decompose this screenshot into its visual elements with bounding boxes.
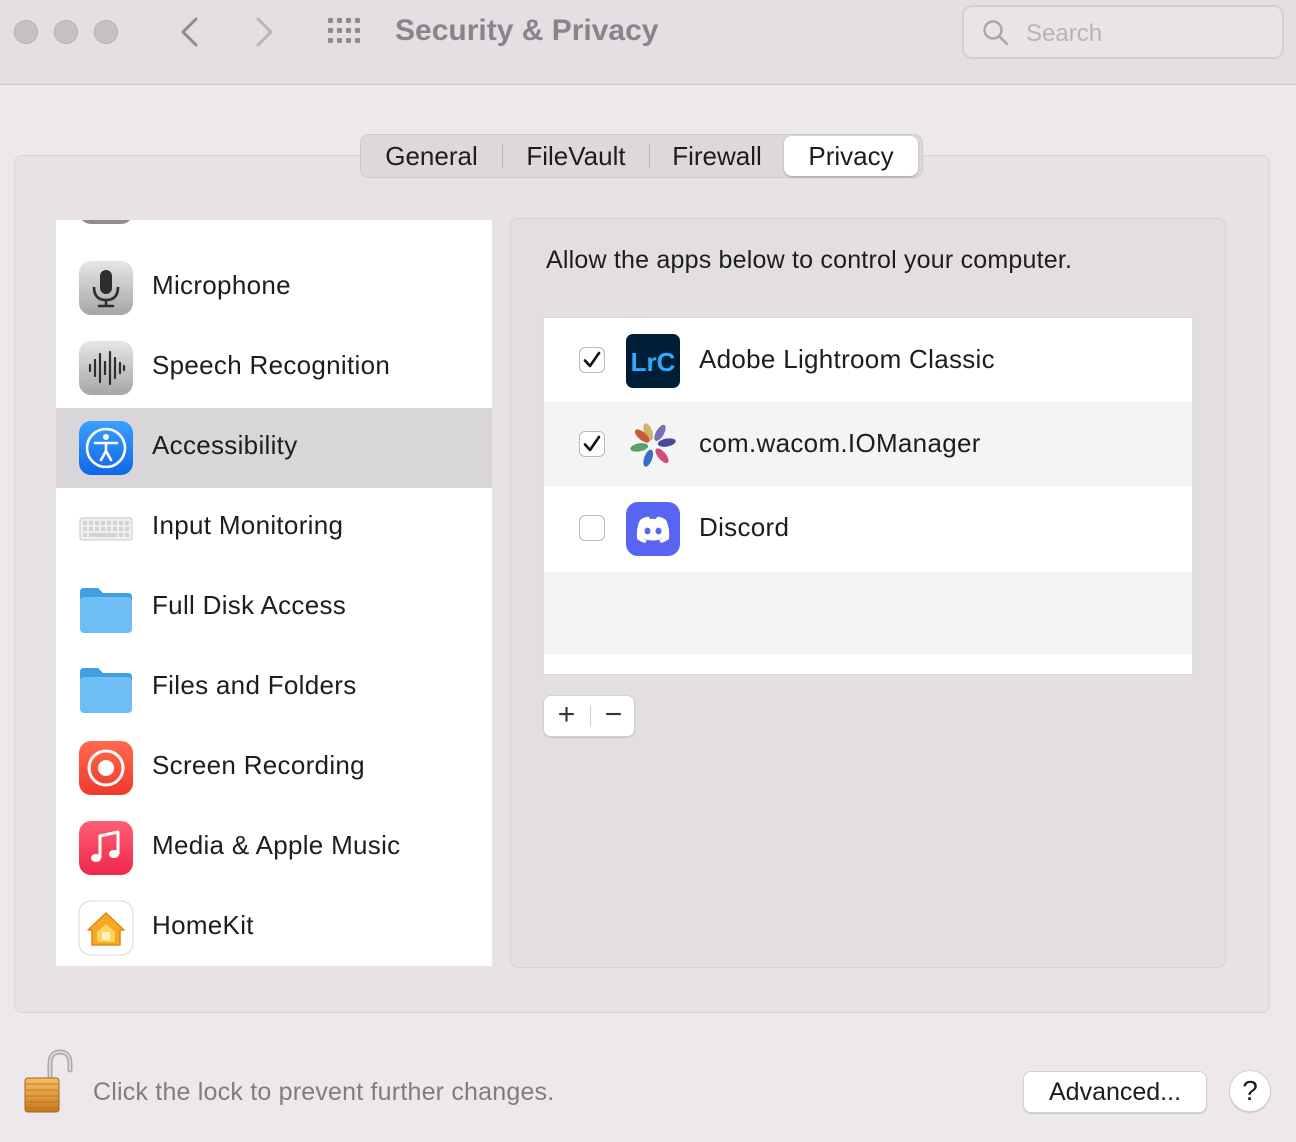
instruction-text: Allow the apps below to control your com…: [546, 246, 1073, 274]
music-icon: [79, 821, 133, 875]
lightroom-icon: LrC: [626, 334, 680, 388]
grid-icon: [328, 18, 360, 43]
sidebar-item-screen-recording[interactable]: Screen Recording: [56, 728, 492, 808]
tab-bar: General FileVault Firewall Privacy: [360, 134, 923, 178]
back-button[interactable]: [170, 14, 210, 50]
empty-row: [544, 572, 1192, 654]
search-field[interactable]: [962, 5, 1284, 59]
zoom-window-button[interactable]: [94, 20, 118, 44]
minimize-window-button[interactable]: [54, 20, 78, 44]
keyboard-icon: [79, 517, 133, 541]
add-remove-control: + −: [543, 695, 635, 737]
titlebar: Security & Privacy: [0, 0, 1296, 85]
sidebar-item-label: Files and Folders: [152, 670, 357, 700]
app-row-lightroom[interactable]: LrC Adobe Lightroom Classic: [544, 318, 1192, 402]
privacy-category-list[interactable]: Microphone Speech Recognition Accessibil…: [56, 220, 492, 966]
close-window-button[interactable]: [14, 20, 38, 44]
sidebar-item-label: Input Monitoring: [152, 510, 344, 540]
unlocked-padlock-icon[interactable]: [22, 1048, 74, 1116]
forward-button[interactable]: [244, 14, 284, 50]
folder-icon: [80, 588, 132, 633]
sidebar-item-label: Microphone: [152, 270, 291, 300]
show-all-button[interactable]: [326, 16, 366, 48]
discord-icon: [626, 502, 680, 556]
accessibility-icon: [79, 421, 133, 475]
checkmark-icon: [583, 435, 601, 452]
app-list[interactable]: LrC Adobe Lightroom Classic com.wacom.IO…: [543, 317, 1193, 675]
chevron-left-icon: [181, 17, 198, 47]
tab-firewall[interactable]: Firewall: [650, 136, 784, 176]
app-checkbox[interactable]: [579, 515, 605, 541]
search-icon: [983, 20, 1009, 46]
sidebar-item-input-monitoring[interactable]: Input Monitoring: [56, 488, 492, 568]
sidebar-item-homekit[interactable]: HomeKit: [56, 888, 492, 966]
app-checkbox[interactable]: [579, 347, 605, 373]
sidebar-item-media-apple-music[interactable]: Media & Apple Music: [56, 808, 492, 888]
sidebar-item-full-disk-access[interactable]: Full Disk Access: [56, 568, 492, 648]
sidebar-item-accessibility[interactable]: Accessibility: [56, 408, 492, 488]
app-row-wacom[interactable]: com.wacom.IOManager: [544, 402, 1192, 486]
tab-general[interactable]: General: [361, 136, 502, 176]
sidebar-item-speech-recognition[interactable]: Speech Recognition: [56, 328, 492, 408]
sidebar-item-label: Full Disk Access: [152, 590, 347, 620]
search-input[interactable]: [1024, 15, 1278, 53]
microphone-icon: [79, 261, 133, 315]
help-button[interactable]: ?: [1229, 1070, 1271, 1112]
add-app-button[interactable]: +: [544, 696, 589, 736]
app-row-discord[interactable]: Discord: [544, 486, 1192, 570]
svg-text:LrC: LrC: [631, 347, 676, 377]
sidebar-item-label: Screen Recording: [152, 750, 365, 780]
tab-privacy[interactable]: Privacy: [784, 136, 918, 176]
sidebar-item-label: Media & Apple Music: [152, 830, 401, 860]
sidebar-item-label: HomeKit: [152, 910, 254, 940]
sidebar-item-microphone[interactable]: Microphone: [56, 248, 492, 328]
home-icon: [78, 900, 134, 956]
advanced-button[interactable]: Advanced...: [1023, 1071, 1207, 1113]
app-name: Discord: [699, 512, 790, 542]
remove-app-button[interactable]: −: [591, 696, 636, 736]
app-checkbox[interactable]: [579, 431, 605, 457]
tab-filevault[interactable]: FileVault: [503, 136, 649, 176]
window-title: Security & Privacy: [395, 14, 659, 47]
checkmark-icon: [583, 351, 601, 368]
sidebar-item-label: Accessibility: [152, 430, 298, 460]
sidebar-item-files-and-folders[interactable]: Files and Folders: [56, 648, 492, 728]
app-name: Adobe Lightroom Classic: [699, 344, 995, 374]
chevron-right-icon: [256, 17, 273, 47]
sidebar-item-partial[interactable]: [56, 220, 492, 237]
lock-status-text: Click the lock to prevent further change…: [93, 1078, 555, 1106]
folder-icon: [80, 668, 132, 713]
screen-recording-icon: [79, 741, 133, 795]
sidebar-item-label: Speech Recognition: [152, 350, 391, 380]
app-name: com.wacom.IOManager: [699, 428, 981, 458]
camera-icon: [82, 220, 130, 224]
wacom-icon: [630, 423, 676, 467]
speech-recognition-icon: [79, 341, 133, 395]
